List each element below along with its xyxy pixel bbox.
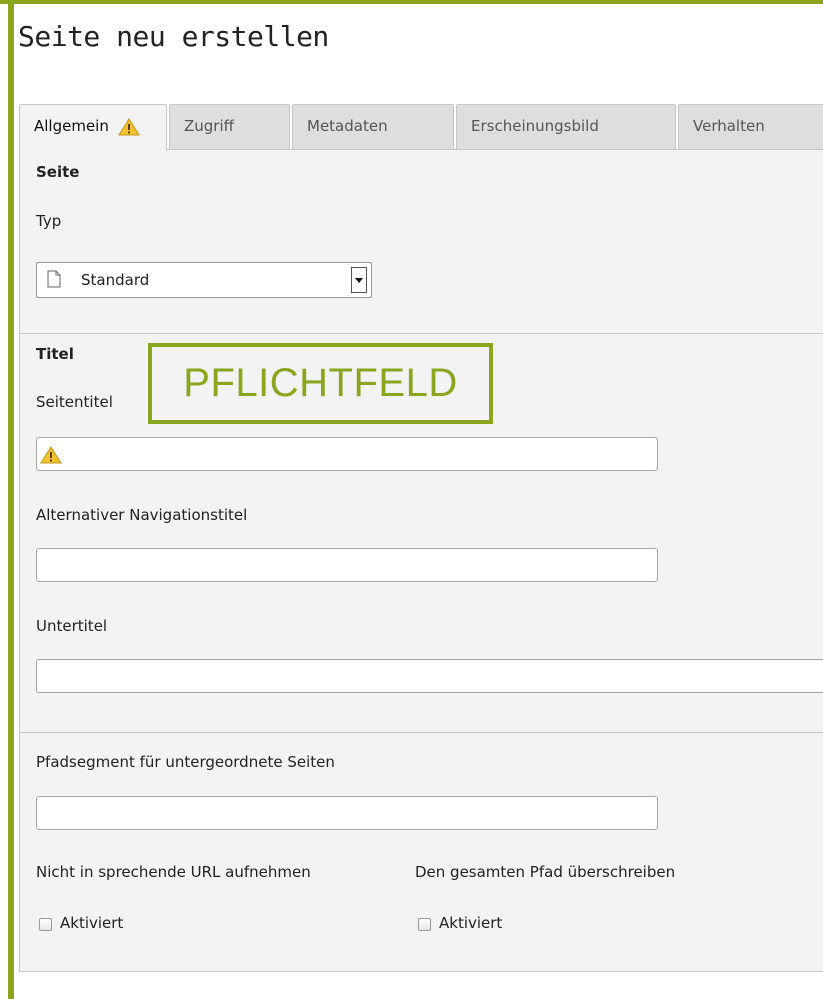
page-title-label: Seitentitel xyxy=(36,393,113,411)
tab-bar: Allgemein Zugriff Metadaten Erscheinungs… xyxy=(19,104,823,151)
callout-text: PFLICHTFELD xyxy=(183,361,458,405)
exclude-url-label: Nicht in sprechende URL aufnehmen xyxy=(36,863,311,881)
override-path-checkbox-label[interactable]: Aktiviert xyxy=(439,914,502,932)
warning-icon xyxy=(117,117,140,135)
tab-label: Zugriff xyxy=(184,117,234,135)
subtitle-label: Untertitel xyxy=(36,617,108,635)
path-segment-input[interactable] xyxy=(36,796,658,830)
type-label: Typ xyxy=(36,212,62,230)
accent-frame-top xyxy=(0,0,823,4)
accent-frame-left xyxy=(8,0,14,999)
tab-allgemein[interactable]: Allgemein xyxy=(19,104,167,151)
section-divider xyxy=(19,732,823,733)
subtitle-input[interactable] xyxy=(36,659,823,693)
override-path-label: Den gesamten Pfad überschreiben xyxy=(415,863,676,881)
page-type-select[interactable]: Standard xyxy=(36,262,372,298)
tab-verhalten[interactable]: Verhalten xyxy=(678,104,823,149)
page-title-input[interactable] xyxy=(36,437,658,471)
tab-erscheinungsbild[interactable]: Erscheinungsbild xyxy=(456,104,676,149)
override-path-checkbox[interactable] xyxy=(418,918,431,931)
tab-zugriff[interactable]: Zugriff xyxy=(169,104,290,149)
tab-label: Metadaten xyxy=(307,117,388,135)
chevron-down-icon[interactable] xyxy=(351,267,367,293)
path-segment-label: Pfadsegment für untergeordnete Seiten xyxy=(36,753,335,771)
tab-label: Erscheinungsbild xyxy=(471,117,599,135)
page-type-value: Standard xyxy=(81,271,150,289)
required-field-callout: PFLICHTFELD xyxy=(148,343,493,424)
exclude-url-checkbox-label[interactable]: Aktiviert xyxy=(60,914,123,932)
tab-metadaten[interactable]: Metadaten xyxy=(292,104,454,149)
warning-icon xyxy=(40,446,62,464)
nav-title-input[interactable] xyxy=(36,548,658,582)
document-icon xyxy=(47,270,61,288)
section-heading-seite: Seite xyxy=(36,163,80,181)
page-title: Seite neu erstellen xyxy=(18,20,329,53)
section-divider xyxy=(19,333,823,334)
section-heading-titel: Titel xyxy=(36,345,74,363)
tab-label: Allgemein xyxy=(34,117,109,135)
nav-title-label: Alternativer Navigationstitel xyxy=(36,506,248,524)
exclude-url-checkbox[interactable] xyxy=(39,918,52,931)
tab-label: Verhalten xyxy=(693,117,765,135)
